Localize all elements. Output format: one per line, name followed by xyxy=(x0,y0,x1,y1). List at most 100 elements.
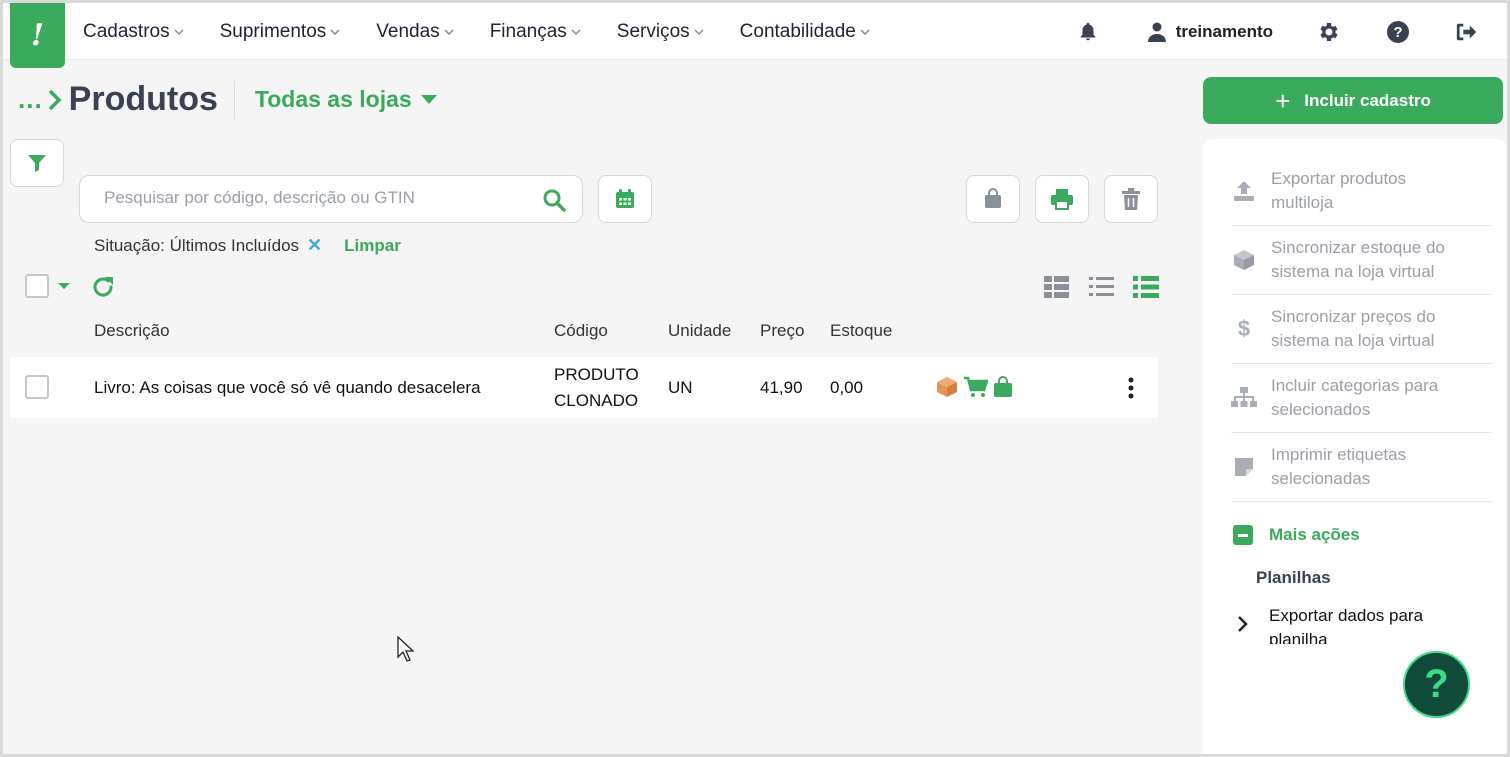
bulk-select xyxy=(25,274,71,298)
table-row[interactable]: Livro: As coisas que você só vê quando d… xyxy=(10,357,1158,418)
add-record-button[interactable]: + Incluir cadastro xyxy=(1203,77,1503,124)
logout-icon[interactable] xyxy=(1455,20,1479,44)
menu-financas[interactable]: Finanças xyxy=(490,21,581,43)
sitemap-icon xyxy=(1231,387,1257,407)
chevron-down-icon xyxy=(174,29,184,35)
chevron-down-icon xyxy=(860,29,870,35)
menu-contabilidade[interactable]: Contabilidade xyxy=(740,21,870,43)
menu-suprimentos[interactable]: Suprimentos xyxy=(220,21,341,43)
chevron-right-icon xyxy=(48,89,62,110)
more-actions-toggle[interactable]: Mais ações xyxy=(1233,525,1360,545)
add-record-label: Incluir cadastro xyxy=(1304,90,1431,110)
mouse-cursor-icon xyxy=(397,636,415,662)
chevron-down-icon xyxy=(444,29,454,35)
dollar-icon: $ xyxy=(1237,316,1251,341)
shopping-bag-icon[interactable] xyxy=(993,376,1013,398)
filter-button[interactable] xyxy=(10,139,64,187)
column-header-descricao[interactable]: Descrição xyxy=(94,321,170,341)
sidebar-item-label: Incluir categorias para xyxy=(1271,376,1439,395)
caret-down-icon xyxy=(420,95,437,104)
column-header-codigo[interactable]: Código xyxy=(554,321,608,341)
breadcrumb: ... Produtos Todas as lojas xyxy=(18,80,437,119)
menu-servicos[interactable]: Serviços xyxy=(617,21,704,43)
select-all-checkbox[interactable] xyxy=(25,274,49,298)
top-nav-bar: ! Cadastros Suprimentos Vendas Finanças … xyxy=(3,3,1507,68)
sidebar-item-label: sistema na loja virtual xyxy=(1271,331,1435,350)
sidebar-item-sync-stock[interactable]: Sincronizar estoque do sistema na loja vi… xyxy=(1231,226,1491,295)
detailed-list-view-icon[interactable] xyxy=(1133,276,1159,298)
box-icon[interactable] xyxy=(936,376,958,398)
cell-codigo-line2: CLONADO xyxy=(554,391,639,410)
export-spreadsheet-label: planilha xyxy=(1269,630,1328,644)
cart-icon[interactable] xyxy=(964,376,988,398)
sidebar-item-export-multistore[interactable]: Exportar produtos multiloja xyxy=(1231,157,1491,226)
sidebar-item-label: Sincronizar preços do xyxy=(1271,307,1436,326)
user-menu[interactable]: treinamento xyxy=(1147,21,1273,42)
store-selector[interactable]: Todas as lojas xyxy=(255,86,437,113)
breadcrumb-ellipsis[interactable]: ... xyxy=(18,84,43,115)
export-spreadsheet-label: Exportar dados para xyxy=(1269,606,1424,625)
chevron-down-icon xyxy=(694,29,704,35)
menu-label: Suprimentos xyxy=(219,20,327,42)
menu-vendas[interactable]: Vendas xyxy=(376,20,454,43)
user-icon xyxy=(1147,22,1166,42)
sidebar-item-sync-prices[interactable]: $ Sincronizar preços do sistema na loja v… xyxy=(1231,295,1491,364)
search-box xyxy=(79,175,583,223)
grid-view-icon[interactable] xyxy=(1044,276,1069,298)
menu-label: Cadastros xyxy=(83,20,170,42)
menu-cadastros[interactable]: Cadastros xyxy=(83,21,184,43)
sidebar-item-label: selecionados xyxy=(1271,400,1371,419)
print-button[interactable] xyxy=(1035,175,1089,223)
sidebar-item-print-labels[interactable]: Imprimir etiquetas selecionadas xyxy=(1231,433,1491,502)
cell-preco: 41,90 xyxy=(760,378,803,397)
sidebar-item-label: sistema na loja virtual xyxy=(1271,262,1435,281)
clear-filters-link[interactable]: Limpar xyxy=(344,236,401,256)
sidebar-item-label: selecionadas xyxy=(1271,469,1371,488)
chevron-down-icon xyxy=(330,29,340,35)
caret-down-icon[interactable] xyxy=(57,281,71,291)
refresh-icon[interactable] xyxy=(91,275,115,299)
sidebar-item-add-categories[interactable]: Incluir categorias para selecionados xyxy=(1231,364,1491,433)
column-header-preco[interactable]: Preço xyxy=(760,321,804,341)
cell-descricao: Livro: As coisas que você só vê quando d… xyxy=(94,378,481,397)
more-options-icon[interactable] xyxy=(1127,377,1135,399)
sidebar-item-label: Exportar produtos xyxy=(1271,169,1407,188)
sidebar-item-label: Imprimir etiquetas xyxy=(1271,445,1407,464)
collapse-icon xyxy=(1233,525,1253,545)
shopping-bag-button[interactable] xyxy=(966,175,1020,223)
divider xyxy=(233,80,235,119)
search-icon[interactable] xyxy=(542,188,566,212)
trash-icon xyxy=(1122,188,1140,210)
chevron-right-icon xyxy=(1238,616,1248,632)
row-checkbox[interactable] xyxy=(25,375,49,399)
search-input[interactable] xyxy=(104,188,524,208)
cell-codigo-line1: PRODUTO xyxy=(554,365,639,384)
date-filter-button[interactable] xyxy=(598,175,652,223)
delete-button[interactable] xyxy=(1104,175,1158,223)
help-icon[interactable]: ? xyxy=(1386,20,1410,44)
cell-unidade: UN xyxy=(668,378,693,397)
menu-label: Contabilidade xyxy=(739,20,856,42)
menu-label: Finanças xyxy=(489,20,567,42)
more-actions-label: Mais ações xyxy=(1269,525,1360,544)
column-header-estoque[interactable]: Estoque xyxy=(830,321,892,341)
cell-estoque: 0,00 xyxy=(830,378,864,397)
remove-filter-icon[interactable]: ✕ xyxy=(307,235,322,256)
list-view-icon[interactable] xyxy=(1089,277,1114,297)
gear-icon[interactable] xyxy=(1317,20,1341,44)
main-menu: Cadastros Suprimentos Vendas Finanças Se… xyxy=(83,3,906,60)
menu-label: Vendas xyxy=(376,20,440,42)
section-title-planilhas: Planilhas xyxy=(1256,568,1331,587)
app-logo[interactable]: ! xyxy=(10,3,65,68)
column-header-unidade[interactable]: Unidade xyxy=(668,321,731,341)
sidebar-item-label: Sincronizar estoque do xyxy=(1271,238,1445,257)
help-chat-button[interactable]: ? xyxy=(1403,651,1470,718)
calendar-icon xyxy=(616,189,634,208)
export-spreadsheet-item[interactable]: Exportar dados para planilha xyxy=(1237,604,1423,644)
bell-icon[interactable] xyxy=(1076,20,1100,44)
plus-icon: + xyxy=(1275,85,1291,116)
user-name: treinamento xyxy=(1175,21,1273,41)
active-filter: Situação: Últimos Incluídos ✕ Limpar xyxy=(94,235,401,256)
sticky-note-icon xyxy=(1235,458,1253,476)
sidebar-item-label: multiloja xyxy=(1271,193,1334,212)
